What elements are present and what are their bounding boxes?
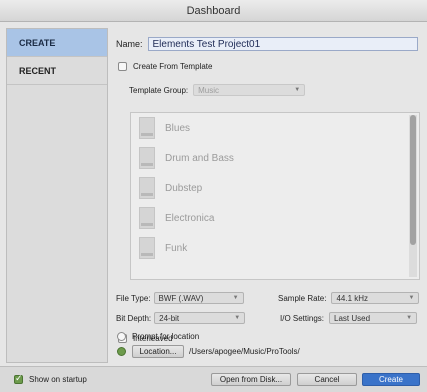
sample-rate-select[interactable]: 44.1 kHz ▼ — [331, 292, 420, 304]
chevron-down-icon: ▼ — [232, 295, 239, 301]
template-name: Blues — [165, 122, 191, 134]
template-item[interactable]: Drum and Bass — [131, 143, 419, 173]
template-name: Drum and Bass — [165, 152, 234, 164]
chevron-down-icon: ▼ — [406, 315, 413, 321]
location-row: Location... /Users/apogee/Music/ProTools… — [117, 345, 300, 358]
file-type-select[interactable]: BWF (.WAV) ▼ — [153, 292, 244, 304]
name-row: Name: — [116, 37, 418, 51]
sample-rate-row: Sample Rate: 44.1 kHz ▼ — [278, 292, 420, 304]
template-item[interactable]: Funk — [131, 233, 419, 263]
template-list[interactable]: Blues Drum and Bass Dubstep Electronica … — [130, 112, 420, 280]
cancel-button[interactable]: Cancel — [297, 373, 357, 386]
io-settings-row: I/O Settings: Last Used ▼ — [280, 312, 418, 324]
template-name: Electronica — [165, 212, 215, 224]
open-from-disk-button[interactable]: Open from Disk... — [211, 373, 291, 386]
chevron-down-icon: ▼ — [234, 315, 241, 321]
template-icon — [139, 147, 155, 169]
template-group-value: Music — [198, 85, 220, 95]
file-type-value: BWF (.WAV) — [158, 293, 204, 303]
prompt-location-radio[interactable] — [117, 332, 126, 341]
sample-rate-value: 44.1 kHz — [336, 293, 369, 303]
show-on-startup-label: Show on startup — [29, 375, 87, 384]
template-group-label: Template Group: — [129, 85, 189, 95]
io-settings-label: I/O Settings: — [280, 313, 325, 323]
footer: Show on startup Open from Disk... Cancel… — [0, 366, 427, 392]
create-panel: Name: Create From Template Template Grou… — [110, 28, 422, 363]
bit-depth-label: Bit Depth: — [116, 313, 152, 323]
io-settings-value: Last Used — [334, 313, 371, 323]
show-on-startup-checkbox[interactable] — [14, 373, 23, 384]
scroll-thumb[interactable] — [410, 115, 416, 245]
template-icon — [139, 207, 155, 229]
io-settings-select[interactable]: Last Used ▼ — [329, 312, 418, 324]
template-item[interactable]: Electronica — [131, 203, 419, 233]
template-group-select[interactable]: Music ▼ — [193, 84, 306, 96]
template-icon — [139, 237, 155, 259]
location-radio[interactable] — [117, 347, 126, 356]
dashboard-window: Dashboard CREATE RECENT Name: Create Fro… — [0, 0, 427, 392]
template-list-scrollbar[interactable] — [409, 115, 417, 277]
window-title: Dashboard — [0, 0, 427, 22]
create-from-template-label: Create From Template — [133, 62, 213, 71]
file-type-row: File Type: BWF (.WAV) ▼ — [116, 292, 244, 304]
sidebar-item-recent[interactable]: RECENT — [7, 57, 107, 85]
prompt-location-label: Prompt for location — [132, 332, 200, 341]
template-icon — [139, 117, 155, 139]
template-group-row: Template Group: Music ▼ — [129, 84, 306, 96]
bit-depth-select[interactable]: 24-bit ▼ — [154, 312, 246, 324]
template-item[interactable]: Blues — [131, 113, 419, 143]
name-label: Name: — [116, 39, 143, 49]
chevron-down-icon: ▼ — [408, 295, 415, 301]
create-button[interactable]: Create — [362, 373, 420, 386]
location-button[interactable]: Location... — [132, 345, 184, 358]
template-name: Funk — [165, 242, 188, 254]
sidebar-item-create[interactable]: CREATE — [7, 29, 107, 57]
bit-depth-value: 24-bit — [159, 313, 180, 323]
sidebar: CREATE RECENT — [6, 28, 108, 363]
location-path: /Users/apogee/Music/ProTools/ — [189, 347, 300, 356]
project-name-input[interactable] — [147, 37, 418, 51]
file-type-label: File Type: — [116, 293, 151, 303]
create-from-template-row[interactable]: Create From Template — [118, 62, 212, 71]
create-from-template-checkbox[interactable] — [118, 62, 127, 71]
show-on-startup-row[interactable]: Show on startup — [14, 373, 87, 384]
template-name: Dubstep — [165, 182, 203, 194]
chevron-down-icon: ▼ — [294, 87, 301, 93]
bit-depth-row: Bit Depth: 24-bit ▼ — [116, 312, 246, 324]
template-icon — [139, 177, 155, 199]
template-item[interactable]: Dubstep — [131, 173, 419, 203]
prompt-location-row[interactable]: Prompt for location — [117, 332, 199, 341]
sample-rate-label: Sample Rate: — [278, 293, 327, 303]
